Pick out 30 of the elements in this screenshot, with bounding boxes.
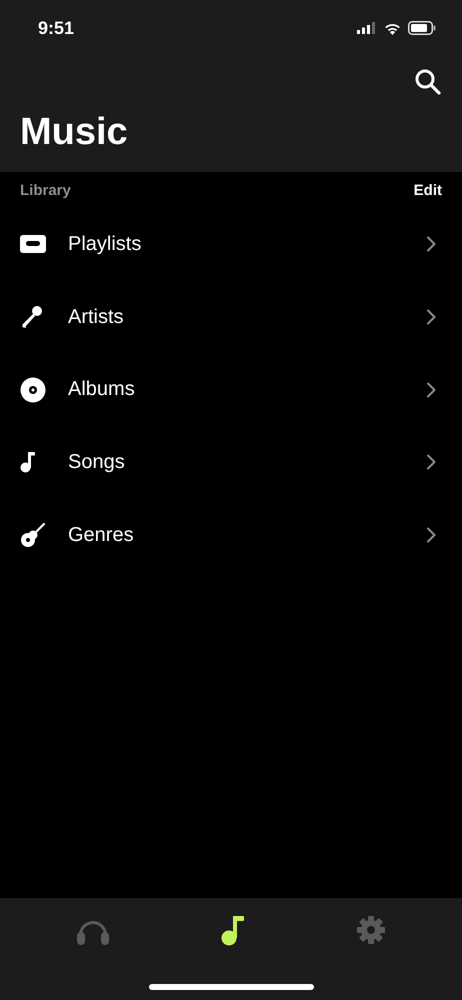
chevron-icon: [426, 527, 436, 544]
library-item[interactable]: Artists: [0, 280, 462, 354]
library-item[interactable]: Genres: [0, 498, 462, 572]
item-label: Artists: [68, 306, 125, 329]
microphone-icon: [20, 305, 44, 330]
guitar-icon: [20, 522, 46, 548]
disc-icon: [20, 376, 46, 403]
status-time: 9:51: [38, 18, 74, 38]
item-label: Genres: [68, 524, 135, 547]
search-icon[interactable]: [414, 68, 442, 96]
section-label: Library: [20, 182, 71, 198]
library-item[interactable]: Albums: [0, 353, 462, 426]
wifi-icon: [384, 22, 401, 34]
item-label: Albums: [68, 378, 136, 402]
chevron-icon: [426, 454, 436, 470]
page-title: Music: [20, 110, 129, 154]
chevron-icon: [426, 309, 436, 326]
signal-icon: [357, 22, 377, 34]
library-item[interactable]: Playlists: [0, 208, 462, 281]
library-item[interactable]: Songs: [0, 426, 462, 499]
music-note-icon: [20, 451, 36, 474]
edit-button[interactable]: Edit: [414, 182, 442, 198]
chevron-icon: [426, 382, 436, 398]
settings-icon: [356, 915, 386, 945]
item-label: Playlists: [68, 232, 142, 256]
cassette-icon: [20, 235, 46, 254]
music-note-icon: [220, 914, 245, 946]
chevron-icon: [426, 236, 436, 252]
battery-icon: [408, 21, 436, 35]
item-label: Songs: [68, 450, 126, 474]
